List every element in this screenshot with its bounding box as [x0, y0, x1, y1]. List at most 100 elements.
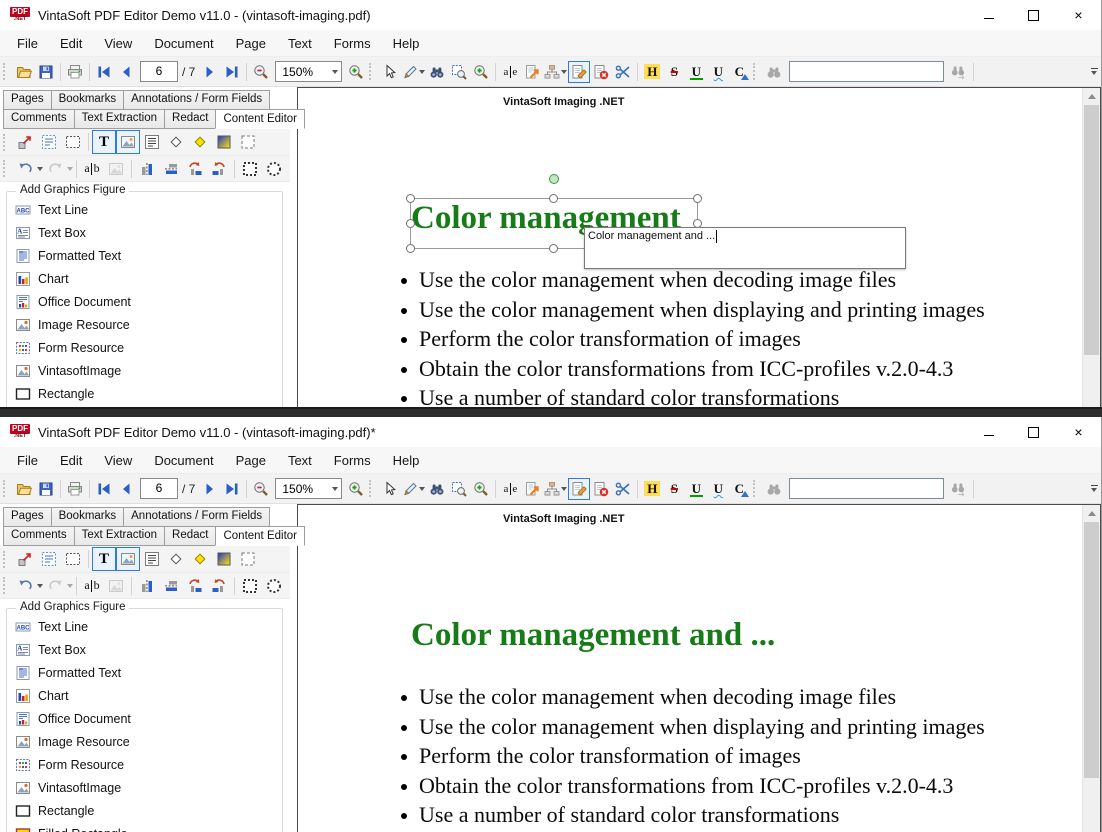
toolbar-grip[interactable] [753, 63, 759, 80]
replace-image-button[interactable] [104, 157, 128, 181]
figure-item-office-document[interactable]: Office Document [11, 707, 282, 730]
figure-item-text-line[interactable]: ABC Text Line [11, 198, 282, 221]
resize-handle-top-left[interactable] [406, 194, 415, 203]
menu-forms[interactable]: Forms [323, 32, 382, 55]
cut-button[interactable] [612, 61, 634, 83]
figure-item-filled-rectangle[interactable]: Filled Rectangle [11, 405, 282, 407]
search-input[interactable] [789, 478, 944, 499]
menu-view[interactable]: View [93, 449, 143, 472]
redo-menu-chevron-icon[interactable] [67, 584, 73, 588]
scrollbar-thumb[interactable] [1084, 522, 1099, 778]
marching-ants-ellipse-button[interactable] [262, 157, 286, 181]
add-image-button[interactable] [116, 130, 140, 154]
strikeout-text-button[interactable]: S [663, 61, 685, 83]
figure-item-image-resource[interactable]: Image Resource [11, 730, 282, 753]
figure-item-text-box[interactable]: A Text Box [11, 221, 282, 244]
flip-horizontal-button[interactable] [159, 574, 183, 598]
resize-handle-bottom-middle[interactable] [549, 244, 558, 253]
select-region-button[interactable] [61, 130, 85, 154]
zoom-level-select[interactable]: 150% [275, 61, 342, 82]
annotation-pen-button[interactable] [401, 478, 426, 500]
add-selection-figure-button[interactable] [236, 547, 260, 571]
delete-page-button[interactable] [590, 61, 612, 83]
toolbar-grip[interactable] [3, 577, 9, 594]
menu-page[interactable]: Page [225, 449, 277, 472]
annotation-pen-button[interactable] [401, 61, 426, 83]
toolbar-grip[interactable] [369, 63, 375, 80]
edit-content-button[interactable] [568, 61, 590, 83]
menu-edit[interactable]: Edit [49, 32, 93, 55]
menu-page[interactable]: Page [225, 32, 277, 55]
marching-ants-rect-button[interactable] [238, 157, 262, 181]
minimize-button[interactable] [966, 417, 1011, 447]
figure-item-chart[interactable]: Chart [11, 684, 282, 707]
select-text-region-button[interactable] [37, 547, 61, 571]
caret-annotation-button[interactable]: C [729, 61, 751, 83]
underline-text-button[interactable]: U [685, 61, 707, 83]
zoom-out-button[interactable] [250, 478, 272, 500]
last-page-button[interactable] [221, 478, 243, 500]
rotation-handle[interactable] [549, 174, 559, 184]
text-select-button[interactable]: ae [499, 478, 521, 500]
redo-menu-chevron-icon[interactable] [67, 167, 73, 171]
previous-page-button[interactable] [115, 478, 137, 500]
highlight-text-button[interactable]: H [641, 61, 663, 83]
toolbar-overflow-button[interactable] [1088, 60, 1100, 82]
find-next-button[interactable] [948, 61, 970, 83]
rotate-clockwise-button[interactable] [207, 157, 231, 181]
squiggly-underline-button[interactable]: U [707, 478, 729, 500]
rotate-clockwise-button[interactable] [207, 574, 231, 598]
figure-item-vintasoft-image[interactable]: VintasoftImage [11, 359, 282, 382]
toolbar-grip[interactable] [3, 160, 9, 177]
select-text-region-button[interactable] [37, 130, 61, 154]
text-select-button[interactable]: ae [499, 61, 521, 83]
menu-help[interactable]: Help [382, 32, 431, 55]
first-page-button[interactable] [93, 478, 115, 500]
transform-figure-button[interactable] [13, 130, 37, 154]
figure-item-text-box[interactable]: A Text Box [11, 638, 282, 661]
menu-help[interactable]: Help [382, 449, 431, 472]
pan-tool-button[interactable] [379, 61, 401, 83]
delete-page-button[interactable] [590, 478, 612, 500]
resize-handle-middle-left[interactable] [406, 219, 415, 228]
figure-item-form-resource[interactable]: Form Resource [11, 753, 282, 776]
page-tree-button[interactable] [543, 61, 568, 83]
figure-item-vintasoft-image[interactable]: VintasoftImage [11, 776, 282, 799]
export-page-button[interactable] [521, 61, 543, 83]
tab-comments[interactable]: Comments [3, 526, 75, 546]
open-button[interactable] [13, 478, 35, 500]
caret-annotation-button[interactable]: C [729, 478, 751, 500]
edit-text-button[interactable]: ab [80, 574, 104, 598]
figure-item-image-resource[interactable]: Image Resource [11, 313, 282, 336]
figure-item-formatted-text[interactable]: Formatted Text [11, 661, 282, 684]
add-filled-figure-button[interactable] [188, 130, 212, 154]
minimize-button[interactable] [966, 0, 1011, 30]
tab-annotations-form-fields[interactable]: Annotations / Form Fields [123, 90, 270, 110]
find-next-button[interactable] [948, 478, 970, 500]
toolbar-overflow-button[interactable] [1088, 477, 1100, 499]
menu-text[interactable]: Text [277, 449, 323, 472]
search-input[interactable] [789, 61, 944, 82]
vertical-scrollbar[interactable] [1082, 505, 1100, 832]
redo-button[interactable] [43, 157, 67, 181]
tab-content-editor[interactable]: Content Editor [215, 109, 305, 129]
print-button[interactable] [64, 478, 86, 500]
tab-redact[interactable]: Redact [164, 109, 216, 129]
open-button[interactable] [13, 61, 35, 83]
toolbar-grip[interactable] [3, 134, 9, 151]
tab-bookmarks[interactable]: Bookmarks [51, 507, 125, 527]
add-filled-figure-button[interactable] [188, 547, 212, 571]
undo-button[interactable] [13, 157, 37, 181]
zoom-tool-button[interactable] [470, 478, 492, 500]
document-viewer[interactable]: VintaSoft Imaging .NET Color management … [297, 504, 1101, 832]
figure-item-rectangle[interactable]: Rectangle [11, 382, 282, 405]
tab-bookmarks[interactable]: Bookmarks [51, 90, 125, 110]
inline-text-edit-box[interactable]: Color management and ... [584, 227, 906, 269]
add-selection-figure-button[interactable] [236, 130, 260, 154]
save-button[interactable] [35, 478, 57, 500]
first-page-button[interactable] [93, 61, 115, 83]
print-button[interactable] [64, 61, 86, 83]
vertical-scrollbar[interactable] [1082, 88, 1100, 407]
save-button[interactable] [35, 61, 57, 83]
next-page-button[interactable] [199, 61, 221, 83]
